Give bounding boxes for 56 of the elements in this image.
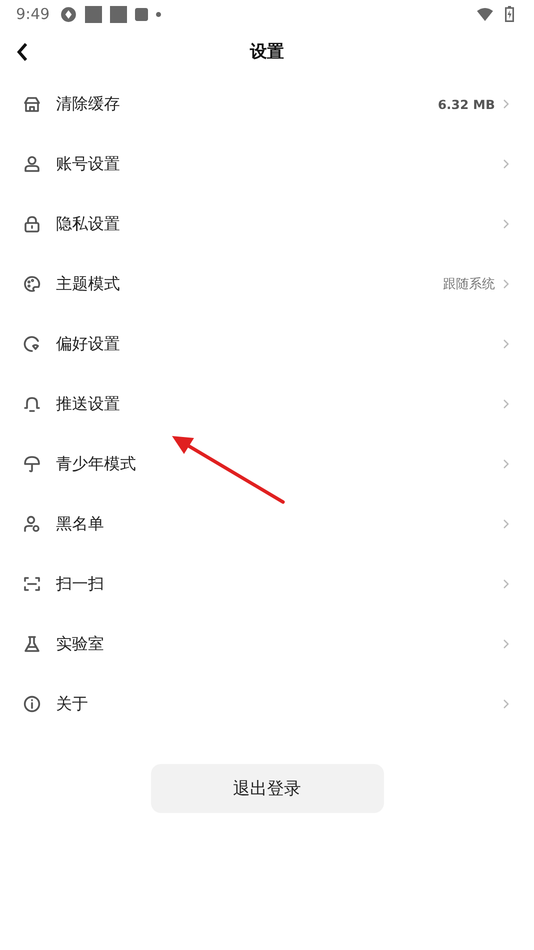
chevron-right-icon <box>503 459 509 469</box>
person-blocked-icon <box>23 515 41 533</box>
row-label: 关于 <box>56 694 88 714</box>
row-label: 账号设置 <box>56 154 120 174</box>
notification-icon <box>84 6 102 22</box>
battery-icon <box>505 6 514 22</box>
logout-button[interactable]: 退出登录 <box>150 764 384 813</box>
settings-row[interactable]: 黑名单 <box>0 494 534 554</box>
aperture-icon <box>60 6 77 22</box>
settings-row[interactable]: 清除缓存 6.32 MB <box>0 74 534 134</box>
settings-row[interactable]: 关于 <box>0 674 534 734</box>
row-label: 主题模式 <box>56 274 120 294</box>
row-label: 隐私设置 <box>56 214 120 234</box>
palette-icon <box>23 275 41 293</box>
chevron-right-icon <box>503 699 509 709</box>
back-button[interactable] <box>14 40 30 64</box>
row-label: 清除缓存 <box>56 94 120 114</box>
row-label: 扫一扫 <box>56 574 104 594</box>
more-dot-icon <box>156 12 161 16</box>
settings-row[interactable]: 隐私设置 <box>0 194 534 254</box>
notification-icon <box>110 6 127 22</box>
row-value: 跟随系统 <box>443 276 495 293</box>
umbrella-icon <box>23 455 41 473</box>
lock-icon <box>23 215 41 233</box>
wifi-icon <box>477 8 493 20</box>
chevron-right-icon <box>503 519 509 529</box>
chevron-right-icon <box>503 339 509 349</box>
settings-row[interactable]: 实验室 <box>0 614 534 674</box>
chevron-right-icon <box>503 219 509 229</box>
settings-row[interactable]: 推送设置 <box>0 374 534 434</box>
chevron-right-icon <box>503 279 509 289</box>
settings-row[interactable]: 偏好设置 <box>0 314 534 374</box>
info-icon <box>23 695 41 713</box>
row-label: 偏好设置 <box>56 334 120 354</box>
storage-icon <box>23 95 41 113</box>
chevron-right-icon <box>503 579 509 589</box>
chevron-right-icon <box>503 99 509 109</box>
page-title: 设置 <box>250 40 284 62</box>
person-icon <box>23 155 41 173</box>
chevron-right-icon <box>503 159 509 169</box>
chevron-right-icon <box>503 639 509 649</box>
scan-icon <box>23 575 41 593</box>
bell-icon <box>23 395 41 413</box>
settings-row[interactable]: 主题模式 跟随系统 <box>0 254 534 314</box>
row-label: 实验室 <box>56 634 104 654</box>
chevron-right-icon <box>503 399 509 409</box>
settings-row[interactable]: 扫一扫 <box>0 554 534 614</box>
status-time: 9:49 <box>16 5 50 23</box>
row-label: 青少年模式 <box>56 454 136 474</box>
row-label: 黑名单 <box>56 514 104 534</box>
row-label: 推送设置 <box>56 394 120 414</box>
flask-icon <box>23 635 41 653</box>
notification-icon <box>134 8 148 20</box>
settings-row[interactable]: 青少年模式 <box>0 434 534 494</box>
settings-row[interactable]: 账号设置 <box>0 134 534 194</box>
row-value: 6.32 MB <box>438 96 495 112</box>
